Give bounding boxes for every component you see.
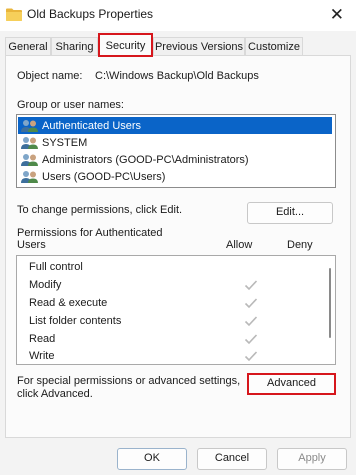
edit-button[interactable]: Edit... <box>247 202 333 224</box>
permission-name: Full control <box>29 261 83 273</box>
list-item-users[interactable]: Users (GOOD-PC\Users) <box>18 168 332 185</box>
user-name: Users (GOOD-PC\Users) <box>42 170 166 183</box>
allow-check-icon <box>244 316 258 327</box>
list-item-administrators[interactable]: Administrators (GOOD-PC\Administrators) <box>18 151 332 168</box>
tab-previous-versions[interactable]: Previous Versions <box>153 37 245 56</box>
apply-button[interactable]: Apply <box>277 448 347 470</box>
list-item-system[interactable]: SYSTEM <box>18 134 332 151</box>
permission-row-list-folder-contents: List folder contents <box>29 314 329 331</box>
permission-row-write: Write <box>29 349 329 366</box>
permission-row-modify: Modify <box>29 278 329 295</box>
permission-row-read-execute: Read & execute <box>29 296 329 313</box>
cancel-button[interactable]: Cancel <box>197 448 267 470</box>
permission-name: Modify <box>29 279 62 291</box>
allow-check-icon <box>244 298 258 309</box>
deny-column-header: Deny <box>287 239 313 251</box>
tab-general[interactable]: General <box>5 37 51 56</box>
allow-check-icon <box>244 334 258 345</box>
special-permissions-text: For special permissions or advanced sett… <box>17 375 241 387</box>
tab-security[interactable]: Security <box>98 33 153 57</box>
object-name-value: C:\Windows Backup\Old Backups <box>95 70 259 82</box>
user-name: SYSTEM <box>42 136 88 149</box>
permission-name: Read <box>29 333 56 345</box>
group-user-label: Group or user names: <box>17 99 124 111</box>
tab-strip: General Sharing Security Previous Versio… <box>0 31 356 57</box>
window-title: Old Backups Properties <box>27 7 154 21</box>
special-permissions-text-2: click Advanced. <box>17 388 93 400</box>
permission-row-read: Read <box>29 332 329 349</box>
user-name: Authenticated Users <box>42 119 142 132</box>
list-item-authenticated-users[interactable]: Authenticated Users <box>18 117 332 134</box>
permissions-header: Permissions for Authenticated <box>17 227 163 239</box>
permission-row-full-control: Full control <box>29 260 329 277</box>
users-group-icon <box>21 153 38 166</box>
allow-check-icon <box>244 280 258 291</box>
users-group-icon <box>21 119 38 132</box>
permissions-header-user: Users <box>17 239 46 251</box>
allow-check-icon <box>244 351 258 362</box>
close-icon[interactable]: ✕ <box>330 6 344 24</box>
dialog-footer: OK Cancel Apply <box>0 441 356 475</box>
advanced-button[interactable]: Advanced <box>247 373 336 395</box>
users-group-icon <box>21 136 38 149</box>
tab-customize[interactable]: Customize <box>245 37 303 56</box>
change-permissions-text: To change permissions, click Edit. <box>17 204 183 216</box>
ok-button[interactable]: OK <box>117 448 187 470</box>
title-bar: Old Backups Properties ✕ <box>0 0 356 31</box>
user-name: Administrators (GOOD-PC\Administrators) <box>42 153 249 166</box>
permissions-scrollbar[interactable] <box>329 268 331 338</box>
permissions-list: Full control Modify Read & execute List … <box>16 255 336 365</box>
permission-name: List folder contents <box>29 315 122 327</box>
allow-column-header: Allow <box>226 239 253 251</box>
folder-icon <box>6 8 22 21</box>
tab-sharing[interactable]: Sharing <box>51 37 98 56</box>
users-group-icon <box>21 170 38 183</box>
user-list: Authenticated Users SYSTEM Administrator… <box>16 114 336 188</box>
security-panel: Object name: C:\Windows Backup\Old Backu… <box>5 55 351 438</box>
permission-name: Write <box>29 350 55 362</box>
permission-name: Read & execute <box>29 297 108 309</box>
object-name-label: Object name: <box>17 70 83 82</box>
